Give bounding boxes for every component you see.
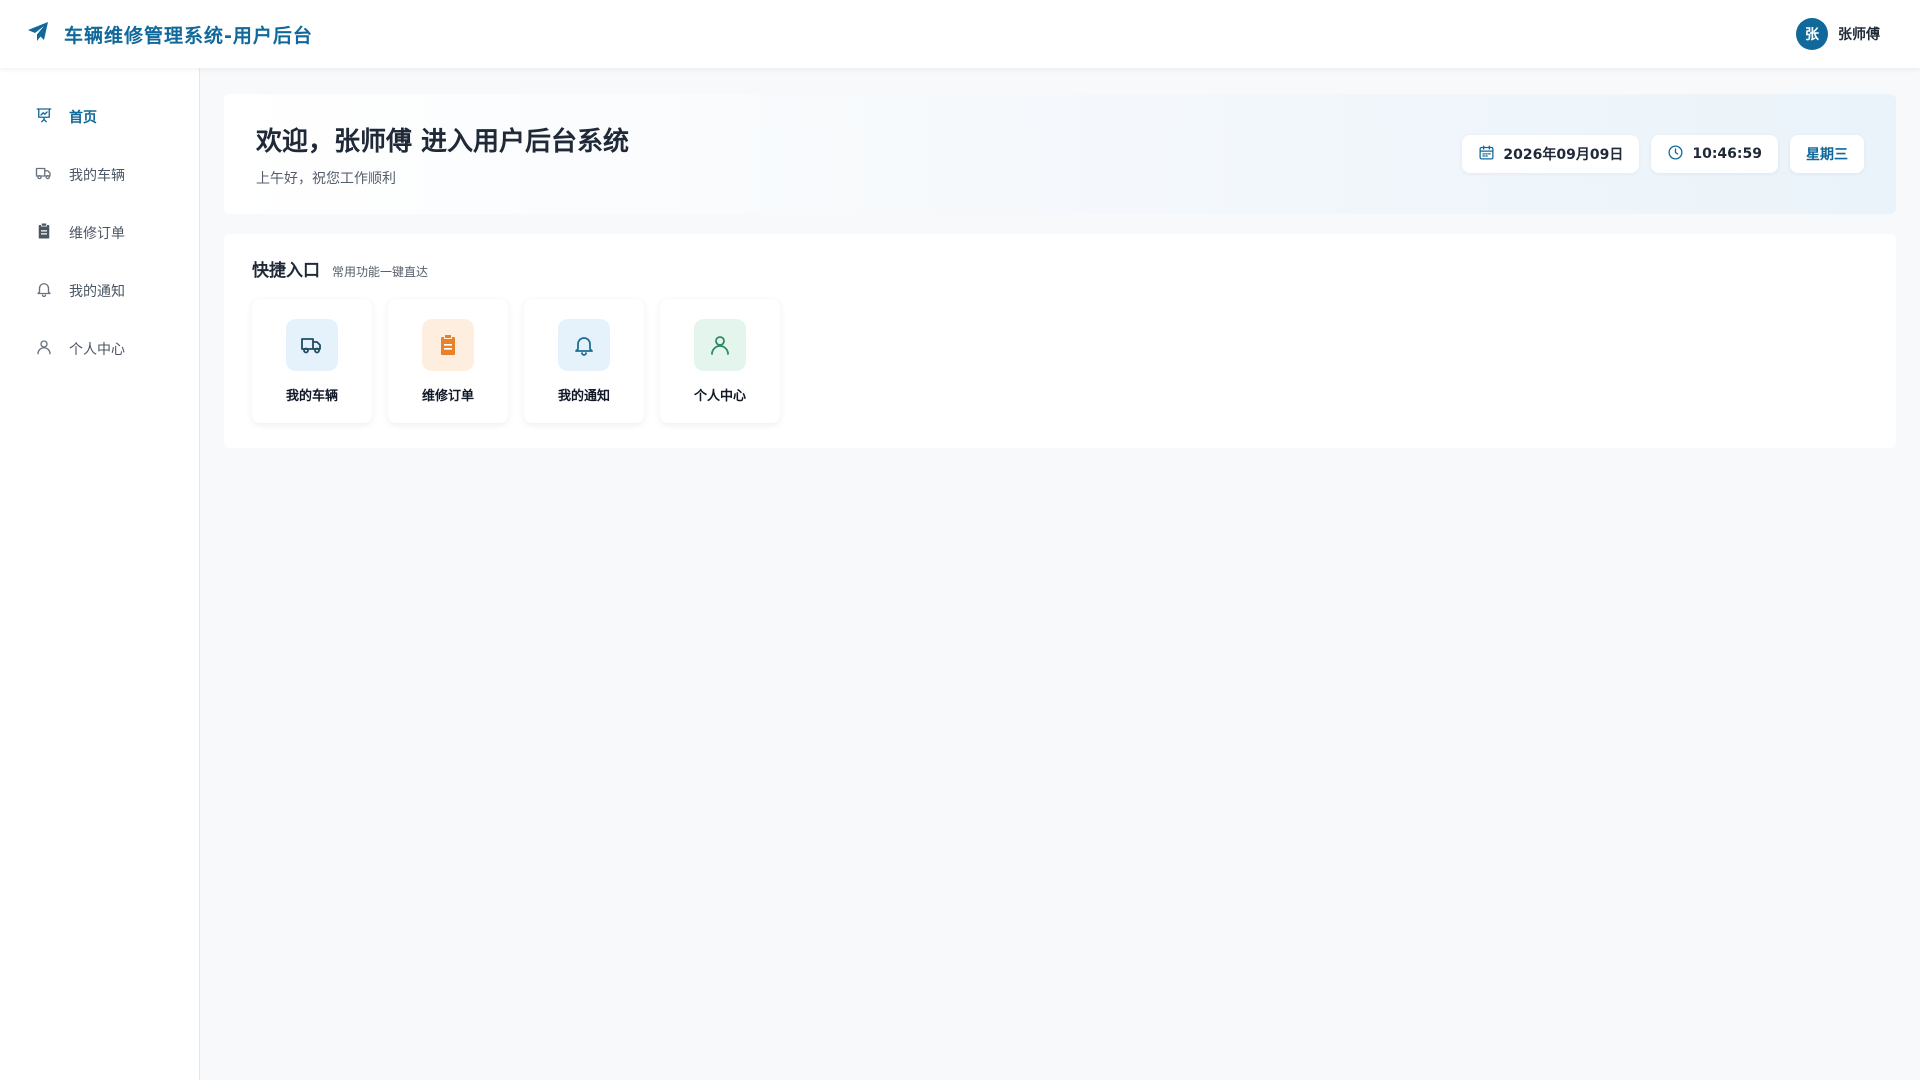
sidebar-item-profile[interactable]: 个人中心	[0, 320, 199, 378]
brand[interactable]: 车辆维修管理系统-用户后台	[26, 20, 313, 48]
time-chip: 10:46:59	[1651, 135, 1778, 173]
avatar[interactable]: 张	[1796, 18, 1828, 50]
weekday-text: 星期三	[1806, 147, 1848, 163]
quick-card-label: 我的通知	[557, 389, 610, 404]
user-icon	[35, 338, 53, 360]
time-text: 10:46:59	[1692, 146, 1762, 162]
datetime-chips: 2026年09月09日 10:46:59 星期三	[1462, 135, 1864, 173]
welcome-subtitle: 上午好，祝您工作顺利	[256, 170, 396, 187]
sidebar: 首页 我的车辆 维修订单 我的通知 个人中心	[0, 68, 200, 1080]
bell-icon	[35, 280, 53, 302]
quick-card-label: 我的车辆	[285, 389, 338, 404]
user-menu[interactable]: 张 张师傅	[1796, 18, 1880, 50]
calendar-icon	[1478, 144, 1495, 165]
sidebar-item-vehicles[interactable]: 我的车辆	[0, 146, 199, 204]
quick-card-orders[interactable]: 维修订单	[388, 299, 508, 423]
clipboard-icon	[35, 222, 53, 244]
quick-card-profile[interactable]: 个人中心	[660, 299, 780, 423]
quick-access-subtitle: 常用功能一键直达	[332, 265, 429, 279]
quick-access-panel: 快捷入口 常用功能一键直达 我的车辆 维修订单 我的通知 个人中心	[224, 234, 1896, 448]
truck-icon	[286, 319, 338, 371]
bell-icon	[558, 319, 610, 371]
sidebar-item-label: 我的车辆	[69, 168, 125, 184]
welcome-text: 欢迎，张师傅 进入用户后台系统 上午好，祝您工作顺利	[256, 121, 629, 188]
sidebar-item-label: 我的通知	[69, 284, 125, 300]
quick-card-notifications[interactable]: 我的通知	[524, 299, 644, 423]
sidebar-item-label: 个人中心	[69, 342, 125, 358]
welcome-title: 欢迎，张师傅 进入用户后台系统	[256, 126, 630, 157]
date-chip: 2026年09月09日	[1462, 135, 1640, 173]
sidebar-item-label: 维修订单	[69, 226, 125, 242]
quick-card-vehicles[interactable]: 我的车辆	[252, 299, 372, 423]
quick-card-label: 个人中心	[693, 389, 746, 404]
quick-access-cards: 我的车辆 维修订单 我的通知 个人中心	[252, 299, 1868, 423]
clipboard-icon	[422, 319, 474, 371]
sidebar-item-orders[interactable]: 维修订单	[0, 204, 199, 262]
app-title: 车辆维修管理系统-用户后台	[64, 24, 313, 47]
user-name[interactable]: 张师傅	[1838, 24, 1880, 44]
clock-icon	[1667, 144, 1684, 165]
quick-card-label: 维修订单	[421, 389, 474, 404]
quick-access-title: 快捷入口	[252, 261, 320, 281]
weekday-chip: 星期三	[1790, 135, 1864, 173]
main-content: 欢迎，张师傅 进入用户后台系统 上午好，祝您工作顺利 2026年09月09日 1…	[224, 94, 1896, 448]
sidebar-item-home[interactable]: 首页	[0, 88, 199, 146]
paper-plane-icon	[26, 20, 50, 48]
user-icon	[694, 319, 746, 371]
top-header: 车辆维修管理系统-用户后台 张 张师傅	[0, 0, 1920, 68]
sidebar-item-notifications[interactable]: 我的通知	[0, 262, 199, 320]
truck-icon	[35, 164, 53, 186]
sidebar-item-label: 首页	[69, 110, 97, 126]
welcome-banner: 欢迎，张师傅 进入用户后台系统 上午好，祝您工作顺利 2026年09月09日 1…	[224, 94, 1896, 214]
presentation-chart-icon	[35, 106, 53, 128]
quick-access-header: 快捷入口 常用功能一键直达	[252, 256, 1868, 281]
date-text: 2026年09月09日	[1503, 147, 1624, 163]
